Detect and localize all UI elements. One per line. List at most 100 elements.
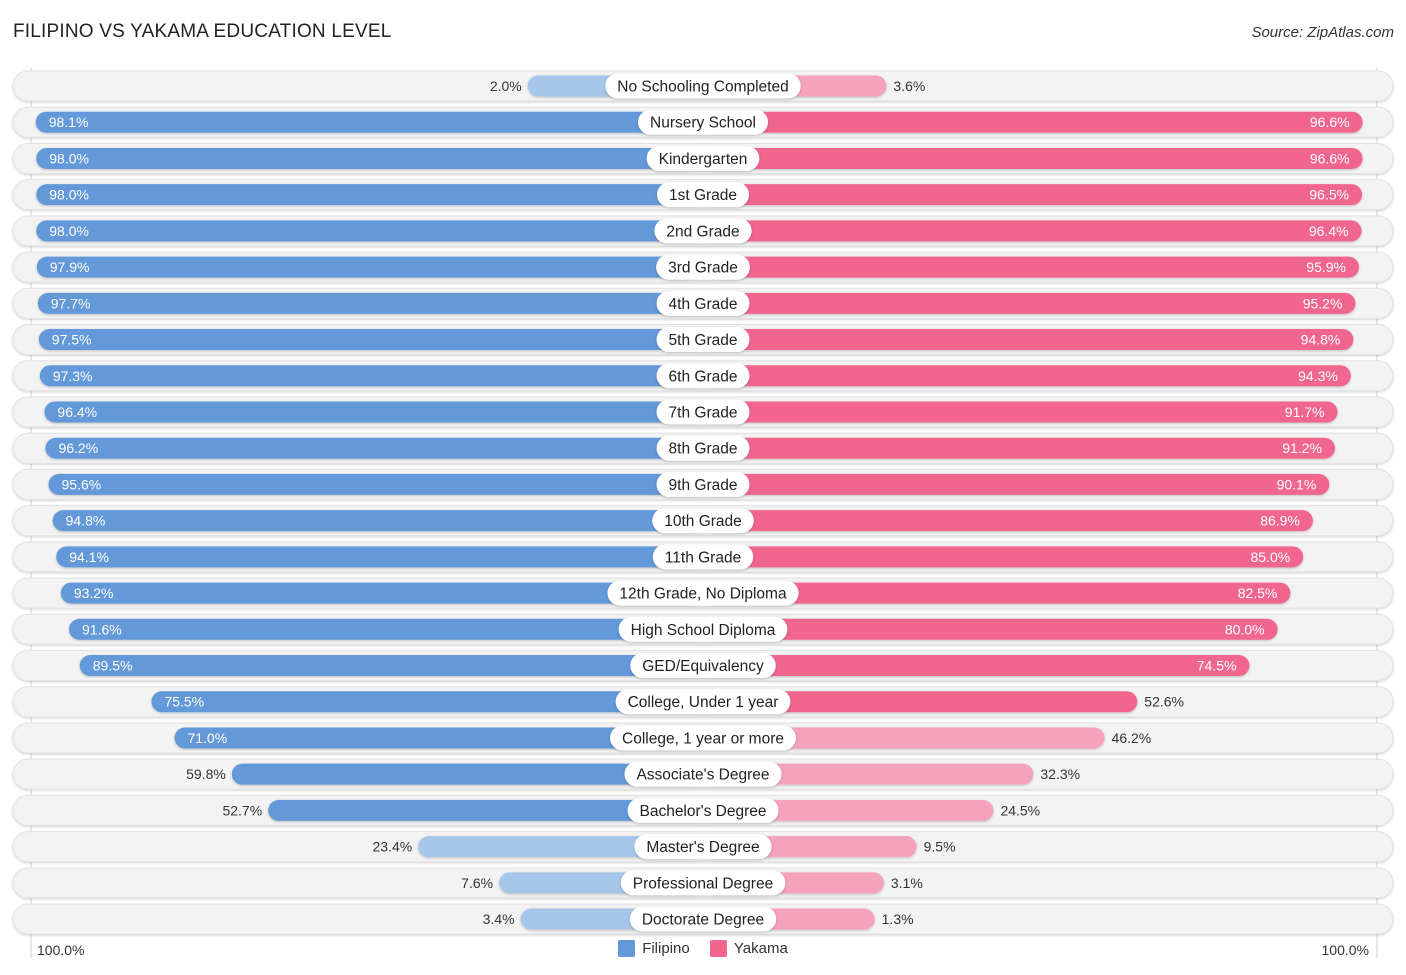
yakama-value-label: 82.5% [1238,585,1278,601]
yakama-bar [703,618,1278,640]
table-row: 96.4% 91.7% 7th Grade [12,396,1394,428]
yakama-bar [703,401,1338,423]
yakama-value-label: 94.8% [1301,332,1341,348]
category-label: Master's Degree [646,839,759,856]
yakama-value-label: 86.9% [1260,513,1300,529]
filipino-bar [56,546,703,568]
filipino-value-label: 97.9% [50,259,90,275]
filipino-value-label: 97.7% [51,295,91,311]
table-row: 59.8% 32.3% Associate's Degree [12,758,1394,790]
table-row: 3.4% 1.3% Doctorate Degree [12,903,1394,935]
yakama-value-label: 46.2% [1112,730,1152,746]
category-label: Associate's Degree [636,767,769,784]
category-label: 7th Grade [669,404,738,421]
table-row: 98.1% 96.6% Nursery School [12,106,1394,138]
table-row: 94.8% 86.9% 10th Grade [12,505,1394,537]
yakama-value-label: 91.7% [1285,404,1325,420]
legend-swatch-filipino [618,940,636,957]
filipino-value-label: 98.0% [49,223,89,239]
category-label: Doctorate Degree [642,912,764,929]
legend-label-filipino: Filipino [642,940,690,957]
filipino-value-label: 94.8% [66,513,106,529]
yakama-value-label: 52.6% [1144,694,1184,710]
yakama-value-label: 1.3% [882,911,914,927]
table-row: 75.5% 52.6% College, Under 1 year [12,686,1394,718]
filipino-bar [39,365,704,387]
filipino-bar [60,582,704,604]
legend-swatch-yakama [709,940,727,957]
table-row: 52.7% 24.5% Bachelor's Degree [12,794,1394,826]
table-row: 98.0% 96.4% 2nd Grade [12,215,1394,247]
filipino-bar [48,473,703,495]
yakama-value-label: 3.6% [893,78,925,94]
category-label: Kindergarten [659,151,748,168]
filipino-value-label: 98.0% [49,150,89,166]
yakama-bar [703,655,1250,677]
filipino-bar [36,220,704,242]
category-label: 3rd Grade [668,260,738,277]
filipino-value-label: 52.7% [222,802,262,818]
filipino-value-label: 59.8% [186,766,226,782]
yakama-value-label: 96.6% [1310,114,1350,130]
table-row: 91.6% 80.0% High School Diploma [12,613,1394,645]
yakama-bar [703,184,1363,206]
legend: Filipino Yakama [0,940,1406,961]
filipino-bar [36,184,704,206]
filipino-bar [37,292,703,314]
legend-item-filipino[interactable]: Filipino [618,940,690,957]
yakama-value-label: 91.2% [1282,440,1322,456]
filipino-value-label: 7.6% [461,875,493,891]
yakama-value-label: 32.3% [1040,766,1080,782]
filipino-bar [79,655,703,677]
table-row: 2.0% 3.6% No Schooling Completed [12,70,1394,102]
yakama-value-label: 94.3% [1298,368,1338,384]
filipino-value-label: 97.5% [52,332,92,348]
filipino-value-label: 23.4% [372,839,412,855]
filipino-bar [36,147,704,169]
filipino-bar [52,510,703,532]
filipino-bar [35,111,703,133]
yakama-bar [703,329,1354,351]
yakama-bar [703,111,1363,133]
table-row: 23.4% 9.5% Master's Degree [12,831,1394,863]
filipino-value-label: 91.6% [82,621,122,637]
yakama-bar [703,473,1330,495]
table-row: 94.1% 85.0% 11th Grade [12,541,1394,573]
filipino-value-label: 98.0% [49,187,89,203]
category-label: 1st Grade [669,187,737,204]
filipino-value-label: 94.1% [69,549,109,565]
filipino-bar [36,256,703,278]
table-row: 97.3% 94.3% 6th Grade [12,360,1394,392]
yakama-bar [703,256,1360,278]
category-label: 11th Grade [665,549,741,566]
category-label: College, 1 year or more [622,730,784,747]
filipino-value-label: 96.4% [57,404,97,420]
yakama-value-label: 80.0% [1225,621,1265,637]
filipino-value-label: 89.5% [93,658,133,674]
filipino-bar [44,401,703,423]
filipino-bar [38,329,704,351]
yakama-value-label: 9.5% [924,839,956,855]
category-label: 10th Grade [664,513,742,530]
yakama-bar [703,292,1356,314]
yakama-bar [703,365,1351,387]
yakama-value-label: 85.0% [1250,549,1290,565]
table-row: 97.7% 95.2% 4th Grade [12,287,1394,319]
table-row: 95.6% 90.1% 9th Grade [12,468,1394,500]
yakama-value-label: 96.4% [1309,223,1349,239]
legend-item-yakama[interactable]: Yakama [709,940,788,957]
category-label: 9th Grade [669,477,738,494]
category-label: 5th Grade [669,332,738,349]
table-row: 97.5% 94.8% 5th Grade [12,324,1394,356]
category-label: High School Diploma [631,622,776,639]
yakama-value-label: 96.5% [1309,187,1349,203]
category-label: 4th Grade [669,296,738,313]
category-label: 6th Grade [669,368,738,385]
yakama-bar [703,546,1304,568]
filipino-value-label: 98.1% [49,114,89,130]
table-row: 97.9% 95.9% 3rd Grade [12,251,1394,283]
yakama-value-label: 74.5% [1197,658,1237,674]
yakama-value-label: 90.1% [1277,476,1317,492]
yakama-value-label: 24.5% [1000,802,1040,818]
table-row: 7.6% 3.1% Professional Degree [12,867,1394,899]
